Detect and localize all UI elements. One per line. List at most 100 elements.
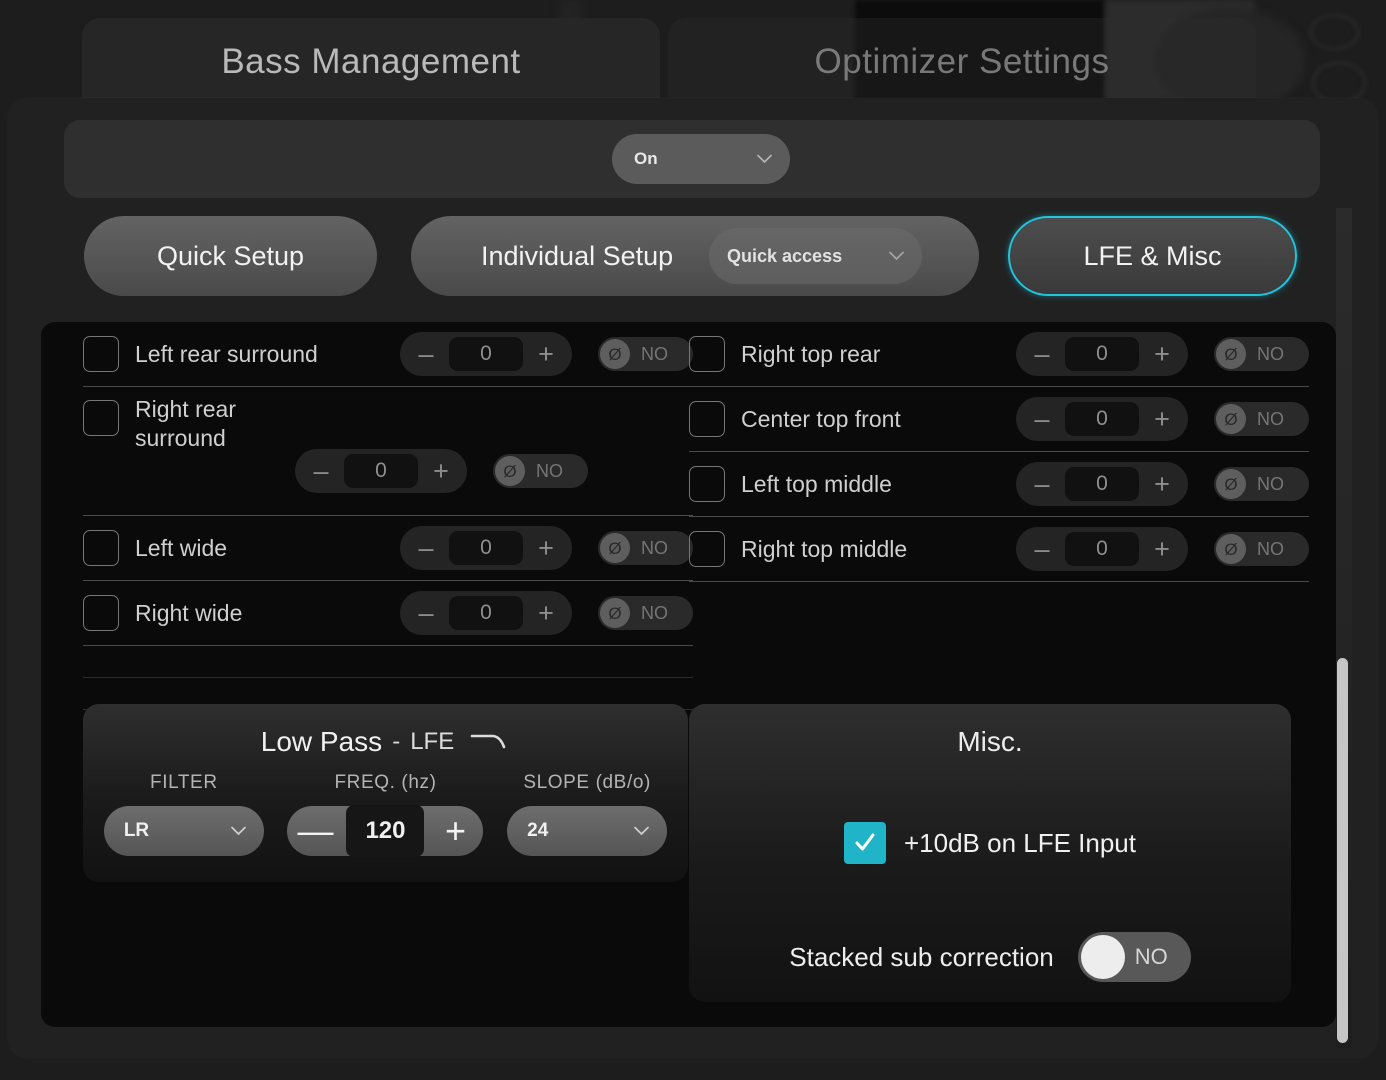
freq-increment-button[interactable]: + xyxy=(433,809,477,853)
phase-glyph: Ø xyxy=(1224,474,1238,494)
phase-invert-icon: Ø xyxy=(1216,339,1246,369)
channel-phase-toggle[interactable]: Ø NO xyxy=(493,454,588,488)
channel-enable-checkbox[interactable] xyxy=(689,401,725,437)
phase-glyph: Ø xyxy=(1224,344,1238,364)
slope-group: SLOPE (dB/o) 24 xyxy=(497,772,677,856)
level-increment-button[interactable]: + xyxy=(524,526,568,570)
level-increment-button[interactable]: + xyxy=(1140,462,1184,506)
level-value[interactable]: 0 xyxy=(449,337,523,371)
channel-enable-checkbox[interactable] xyxy=(83,400,119,436)
low-pass-card: Low Pass - LFE FILTER LR FREQ. (hz) — 12… xyxy=(83,704,688,882)
channel-phase-toggle[interactable]: Ø NO xyxy=(1214,467,1309,501)
channel-row: Left top middle –0 + Ø NO xyxy=(689,452,1309,517)
level-decrement-button[interactable]: – xyxy=(404,332,448,376)
channel-column-left: Left rear surround –0 + Ø NO Right rear surro… xyxy=(83,322,693,710)
tab-bass-management-label: Bass Management xyxy=(221,42,521,81)
level-decrement-button[interactable]: – xyxy=(404,526,448,570)
channel-name-label: Center top front xyxy=(741,405,901,432)
level-increment-button[interactable]: + xyxy=(1140,527,1184,571)
app-root: Bass Management Optimizer Settings On Qu… xyxy=(0,0,1386,1080)
phase-invert-icon: Ø xyxy=(1216,404,1246,434)
channel-row: Center top front –0 + Ø NO xyxy=(689,387,1309,452)
level-value[interactable]: 0 xyxy=(1065,532,1139,566)
scrollbar-thumb[interactable] xyxy=(1337,658,1348,1043)
slope-select-value: 24 xyxy=(527,820,549,841)
quick-access-select[interactable]: Quick access xyxy=(709,228,922,284)
level-value[interactable]: 0 xyxy=(449,531,523,565)
power-bar: On xyxy=(64,120,1320,198)
channel-enable-checkbox[interactable] xyxy=(83,336,119,372)
chevron-down-icon xyxy=(889,251,904,261)
phase-invert-icon: Ø xyxy=(600,598,630,628)
level-increment-button[interactable]: + xyxy=(1140,332,1184,376)
channel-name-label: Right wide xyxy=(135,599,243,626)
channel-list-area: Left rear surround –0 + Ø NO Right rear surro… xyxy=(41,322,1336,710)
channel-row: Right top rear –0 + Ø NO xyxy=(689,322,1309,387)
channel-phase-toggle[interactable]: Ø NO xyxy=(1214,337,1309,371)
channel-enable-checkbox[interactable] xyxy=(689,336,725,372)
tab-bass-management[interactable]: Bass Management xyxy=(82,18,660,106)
phase-glyph: Ø xyxy=(608,344,622,364)
channel-row-empty xyxy=(83,646,693,678)
lfe-boost-label: +10dB on LFE Input xyxy=(903,827,1136,858)
stacked-sub-toggle[interactable]: NO xyxy=(1077,932,1191,982)
power-select-value: On xyxy=(634,149,658,168)
chevron-down-icon xyxy=(634,826,649,836)
channel-level-stepper: –0 + xyxy=(400,526,572,570)
level-increment-button[interactable]: + xyxy=(524,332,568,376)
freq-value[interactable]: 120 xyxy=(346,805,425,857)
level-increment-button[interactable]: + xyxy=(1140,397,1184,441)
low-pass-title-main: Low Pass xyxy=(260,726,383,757)
level-decrement-button[interactable]: – xyxy=(1020,527,1064,571)
channel-level-stepper: –0 + xyxy=(1016,462,1188,506)
level-increment-button[interactable]: + xyxy=(524,591,568,635)
channel-phase-toggle[interactable]: Ø NO xyxy=(598,596,693,630)
phase-invert-icon: Ø xyxy=(600,339,630,369)
channel-phase-toggle[interactable]: Ø NO xyxy=(598,337,693,371)
freq-decrement-button[interactable]: — xyxy=(293,809,337,853)
channel-name-label: Left top middle xyxy=(741,470,892,497)
freq-group: FREQ. (hz) — 120 + xyxy=(287,772,484,857)
misc-card: Misc. +10dB on LFE Input Stacked sub cor… xyxy=(689,704,1291,1002)
level-decrement-button[interactable]: – xyxy=(1020,462,1064,506)
phase-glyph: Ø xyxy=(608,538,622,558)
lfe-boost-row: +10dB on LFE Input xyxy=(689,822,1291,864)
channel-enable-checkbox[interactable] xyxy=(689,466,725,502)
phase-glyph: Ø xyxy=(608,603,622,623)
tab-optimizer-settings[interactable]: Optimizer Settings xyxy=(668,18,1256,106)
level-value[interactable]: 0 xyxy=(1065,467,1139,501)
channel-name-label: Right top middle xyxy=(741,535,908,562)
level-decrement-button[interactable]: – xyxy=(404,591,448,635)
channel-enable-checkbox[interactable] xyxy=(83,595,119,631)
freq-label: FREQ. (hz) xyxy=(334,772,437,793)
quick-setup-button[interactable]: Quick Setup xyxy=(84,216,377,296)
channel-phase-toggle[interactable]: Ø NO xyxy=(598,531,693,565)
lfe-boost-checkbox[interactable] xyxy=(843,822,886,864)
level-decrement-button[interactable]: – xyxy=(299,449,343,493)
phase-invert-icon: Ø xyxy=(1216,534,1246,564)
stacked-sub-value: NO xyxy=(1134,944,1168,969)
phase-value: NO xyxy=(641,602,668,623)
level-value[interactable]: 0 xyxy=(1065,337,1139,371)
lfe-misc-button[interactable]: LFE & Misc xyxy=(1008,216,1297,296)
level-increment-button[interactable]: + xyxy=(419,449,463,493)
individual-setup-label: Individual Setup xyxy=(481,240,674,271)
power-select[interactable]: On xyxy=(612,134,790,184)
phase-value: NO xyxy=(641,537,668,558)
low-pass-title: Low Pass - LFE xyxy=(83,726,688,758)
channel-phase-toggle[interactable]: Ø NO xyxy=(1214,402,1309,436)
slope-select[interactable]: 24 xyxy=(507,806,668,856)
channel-row: Left wide –0 + Ø NO xyxy=(83,516,693,581)
filter-select[interactable]: LR xyxy=(103,806,264,856)
channel-phase-toggle[interactable]: Ø NO xyxy=(1214,532,1309,566)
level-value[interactable]: 0 xyxy=(449,596,523,630)
channel-enable-checkbox[interactable] xyxy=(83,530,119,566)
channel-enable-checkbox[interactable] xyxy=(689,531,725,567)
phase-glyph: Ø xyxy=(503,461,517,481)
level-value[interactable]: 0 xyxy=(344,454,418,488)
level-value[interactable]: 0 xyxy=(1065,402,1139,436)
level-decrement-button[interactable]: – xyxy=(1020,397,1064,441)
individual-setup-button[interactable]: Individual Setup Quick access xyxy=(411,216,979,296)
level-decrement-button[interactable]: – xyxy=(1020,332,1064,376)
channel-name-label: Left wide xyxy=(135,534,228,561)
